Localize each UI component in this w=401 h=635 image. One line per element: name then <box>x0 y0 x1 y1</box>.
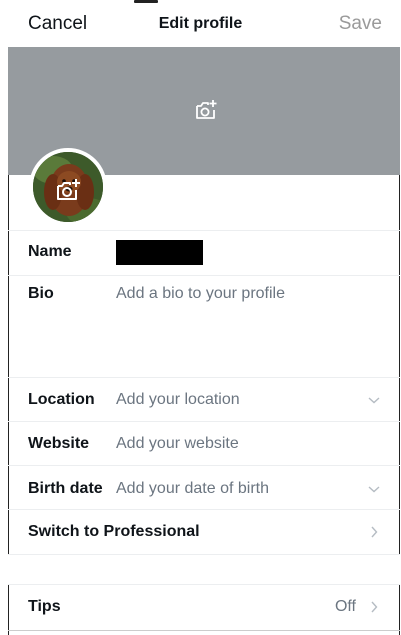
switch-to-professional-row[interactable]: Switch to Professional <box>8 510 400 554</box>
name-value-redacted[interactable] <box>116 240 203 265</box>
name-label: Name <box>28 243 72 260</box>
birth-date-label: Birth date <box>28 480 103 497</box>
chevron-down-icon[interactable] <box>368 483 380 495</box>
location-input[interactable]: Add your location <box>116 391 240 409</box>
chevron-right-icon <box>371 526 378 538</box>
top-edge-artifact <box>134 0 158 3</box>
bottom-divider <box>8 630 400 631</box>
location-row[interactable]: Location Add your location <box>8 378 400 421</box>
navigation-bar: Cancel Edit profile Save <box>0 0 401 47</box>
website-label: Website <box>28 435 90 452</box>
bio-label: Bio <box>28 285 54 302</box>
name-row[interactable]: Name <box>8 231 400 275</box>
avatar-photo <box>33 152 103 222</box>
save-button[interactable]: Save <box>339 13 382 35</box>
website-input[interactable]: Add your website <box>116 435 239 453</box>
avatar[interactable] <box>29 148 107 226</box>
section-gap <box>8 555 400 584</box>
tips-label: Tips <box>28 598 61 615</box>
website-row[interactable]: Website Add your website <box>8 422 400 465</box>
switch-to-professional-label: Switch to Professional <box>28 523 200 540</box>
location-label: Location <box>28 391 95 408</box>
tips-row[interactable]: Tips Off <box>8 585 400 629</box>
chevron-right-icon <box>371 601 378 613</box>
camera-plus-icon[interactable] <box>194 99 218 121</box>
tips-status: Off <box>334 598 356 615</box>
bio-input[interactable]: Add a bio to your profile <box>116 285 285 303</box>
bio-row[interactable]: Bio Add a bio to your profile <box>8 276 400 377</box>
chevron-down-icon[interactable] <box>368 394 380 406</box>
birth-date-row[interactable]: Birth date Add your date of birth <box>8 466 400 509</box>
birth-date-input[interactable]: Add your date of birth <box>116 480 269 498</box>
